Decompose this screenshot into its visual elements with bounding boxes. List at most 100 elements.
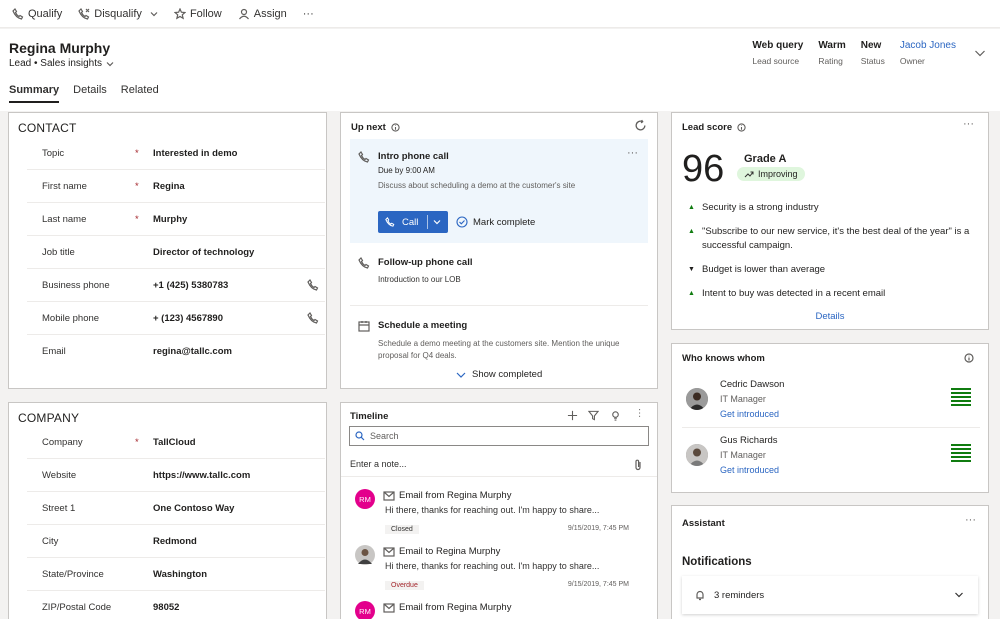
field-mobile-phone[interactable]: Mobile phone + (123) 4567890	[27, 302, 325, 335]
expand-header-chevron-icon[interactable]	[974, 47, 986, 59]
connection-item[interactable]: Cedric Dawson IT Manager Get introduced	[682, 372, 980, 428]
timeline-item[interactable]: RM Email from Regina Murphy Hi there, th…	[355, 489, 645, 539]
connection-strength-icon	[951, 444, 971, 462]
company-section-title: COMPANY	[18, 411, 80, 425]
connection-item[interactable]: Gus Richards IT Manager Get introduced	[682, 428, 980, 484]
company-section: COMPANY Company * TallCloud Website http…	[8, 402, 327, 619]
insight-item: ▼ Budget is lower than average	[688, 264, 826, 275]
add-icon[interactable]	[567, 410, 578, 421]
header-field-rating: Warm Rating	[818, 40, 846, 66]
assistant-title: Assistant	[682, 518, 725, 529]
star-icon	[173, 7, 186, 20]
email-icon	[383, 491, 395, 501]
info-icon[interactable]	[964, 353, 974, 363]
refresh-icon[interactable]	[634, 119, 647, 132]
timeline-item[interactable]: RM Email from Regina Murphy	[355, 601, 645, 619]
search-icon	[355, 431, 365, 441]
activity-title: Schedule a meeting	[378, 320, 468, 331]
filter-icon[interactable]	[588, 410, 599, 421]
lead-score-card: Lead score ··· 96 Grade A Improving ▲ Se…	[671, 112, 989, 330]
show-completed-button[interactable]: Show completed	[456, 369, 542, 380]
tab-related[interactable]: Related	[121, 84, 159, 103]
follow-button[interactable]: Follow	[166, 0, 230, 28]
phone-icon[interactable]	[307, 312, 319, 324]
more-icon[interactable]: ···	[963, 118, 974, 130]
notifications-heading: Notifications	[682, 556, 752, 568]
info-icon[interactable]	[391, 123, 400, 132]
field-zip-postal-code[interactable]: ZIP/Postal Code 98052	[27, 591, 325, 619]
disqualify-button[interactable]: Disqualify	[70, 0, 166, 28]
up-next-item[interactable]: Follow-up phone call Introduction to our…	[350, 253, 648, 306]
field-topic[interactable]: Topic * Interested in demo	[27, 137, 325, 170]
triangle-up-icon: ▲	[688, 228, 695, 235]
tab-list: Summary Details Related	[9, 84, 159, 103]
activity-title: Follow-up phone call	[378, 257, 473, 268]
assign-button[interactable]: Assign	[230, 0, 295, 28]
chevron-down-icon	[456, 372, 466, 378]
chevron-down-icon[interactable]	[433, 218, 441, 226]
call-button[interactable]: Call	[378, 211, 448, 233]
insight-item: ▲ "Subscribe to our new service, it's th…	[688, 226, 970, 251]
contact-section: CONTACT Topic * Interested in demo First…	[8, 112, 327, 389]
field-email[interactable]: Email regina@tallc.com	[27, 335, 325, 368]
get-introduced-link[interactable]: Get introduced	[720, 409, 779, 419]
attachment-icon[interactable]	[633, 459, 643, 471]
insight-item: ▲ Intent to buy was detected in a recent…	[688, 288, 886, 299]
activity-title: Intro phone call	[378, 151, 449, 162]
note-input[interactable]: Enter a note...	[341, 453, 657, 477]
trend-badge: Improving	[737, 167, 805, 181]
get-introduced-link[interactable]: Get introduced	[720, 465, 779, 475]
field-business-phone[interactable]: Business phone +1 (425) 5380783	[27, 269, 325, 302]
owner-link[interactable]: Jacob Jones	[900, 40, 956, 51]
avatar	[686, 444, 708, 466]
field-street-1[interactable]: Street 1 One Contoso Way	[27, 492, 325, 525]
activity-description: Schedule a demo meeting at the customers…	[378, 339, 620, 360]
qualify-button[interactable]: Qualify	[4, 0, 70, 28]
check-circle-icon	[456, 216, 468, 228]
up-next-card: Up next Intro phone call Due by 9:00 AM …	[340, 112, 658, 389]
timeline-search-input[interactable]: Search	[349, 426, 649, 446]
up-next-item[interactable]: Schedule a meeting Schedule a demo meeti…	[350, 316, 648, 366]
who-knows-whom-card: Who knows whom Cedric Dawson IT Manager …	[671, 343, 989, 493]
tab-details[interactable]: Details	[73, 84, 107, 103]
lead-score-title: Lead score	[682, 122, 746, 133]
phone-check-icon	[12, 7, 24, 20]
more-icon[interactable]: ···	[634, 408, 645, 418]
more-icon[interactable]: ···	[965, 514, 976, 526]
form-selector[interactable]: Lead • Sales insights	[9, 58, 114, 69]
field-state-province[interactable]: State/Province Washington	[27, 558, 325, 591]
phone-icon[interactable]	[307, 279, 319, 291]
avatar: RM	[355, 601, 375, 619]
assistant-card: Assistant ··· Notifications 3 reminders	[671, 505, 989, 619]
bell-icon	[696, 590, 704, 601]
phone-icon	[358, 151, 370, 163]
details-link[interactable]: Details	[672, 311, 988, 322]
info-icon[interactable]	[737, 123, 746, 132]
field-website[interactable]: Website https://www.tallc.com	[27, 459, 325, 492]
person-photo-icon	[358, 549, 372, 564]
more-icon: ···	[302, 7, 314, 20]
field-last-name[interactable]: Last name * Murphy	[27, 203, 325, 236]
email-icon	[383, 603, 395, 613]
avatar: RM	[355, 489, 375, 509]
up-next-item-active[interactable]: Intro phone call Due by 9:00 AM Discuss …	[350, 139, 648, 243]
trending-up-icon	[744, 171, 754, 178]
field-city[interactable]: City Redmond	[27, 525, 325, 558]
lightbulb-icon[interactable]	[610, 410, 621, 421]
mark-complete-button[interactable]: Mark complete	[456, 216, 535, 228]
triangle-down-icon: ▼	[688, 266, 695, 273]
more-commands-button[interactable]: ···	[295, 0, 322, 28]
field-job-title[interactable]: Job title Director of technology	[27, 236, 325, 269]
timeline-title: Timeline	[350, 411, 389, 422]
required-indicator: *	[135, 213, 139, 225]
field-company[interactable]: Company * TallCloud	[27, 426, 325, 459]
avatar	[686, 388, 708, 410]
timestamp: 9/15/2019, 7:45 PM	[567, 581, 629, 588]
chevron-down-icon[interactable]	[954, 590, 964, 600]
field-first-name[interactable]: First name * Regina	[27, 170, 325, 203]
timeline-item[interactable]: Email to Regina Murphy Hi there, thanks …	[355, 545, 645, 595]
tab-summary[interactable]: Summary	[9, 84, 60, 103]
reminders-row[interactable]: 3 reminders	[682, 576, 978, 614]
more-icon[interactable]: ···	[627, 147, 638, 159]
person-name: Cedric Dawson	[720, 379, 785, 390]
